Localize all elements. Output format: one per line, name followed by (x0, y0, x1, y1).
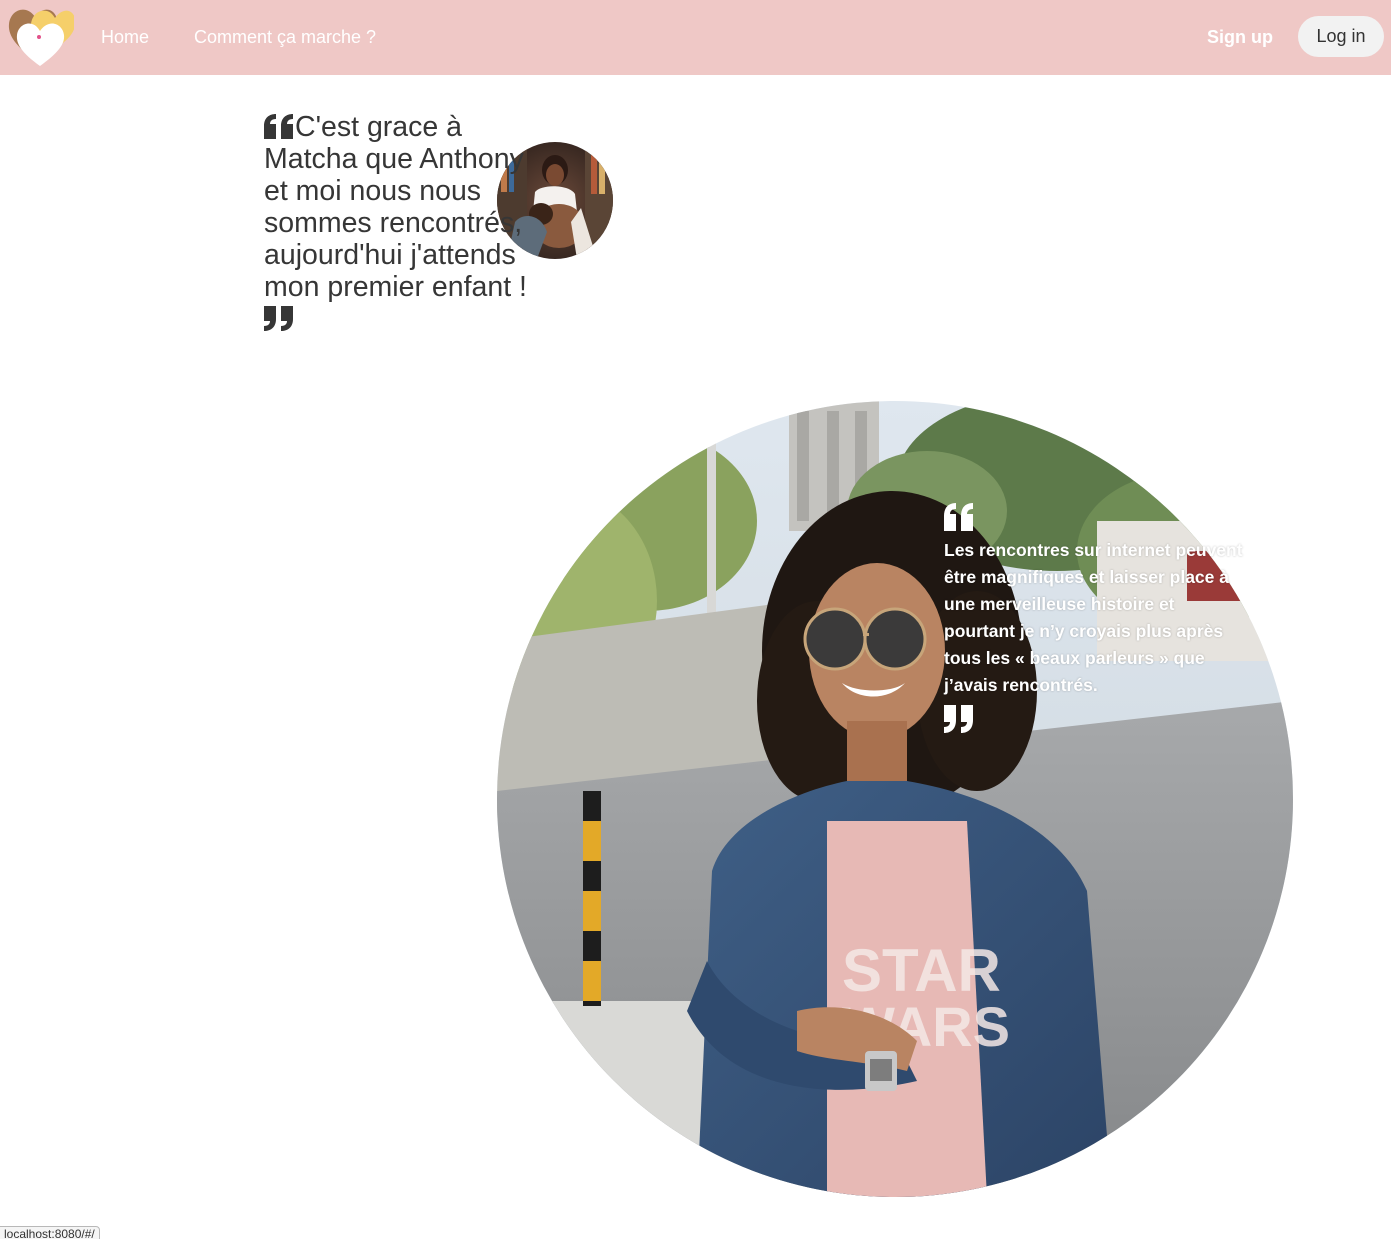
login-button[interactable]: Log in (1298, 16, 1384, 57)
quote-right-icon (944, 705, 973, 733)
testimonial-2-text: Les rencontres sur internet peuvent être… (944, 540, 1243, 695)
svg-text:STAR: STAR (842, 937, 1001, 1004)
quote-left-icon (264, 114, 293, 139)
signup-button[interactable]: Sign up (1207, 26, 1273, 48)
hearts-logo[interactable] (8, 6, 74, 68)
nav-how-it-works-link[interactable]: Comment ça marche ? (194, 26, 376, 48)
status-bar-url: localhost:8080/#/ (0, 1226, 100, 1239)
navbar: Home Comment ça marche ? Sign up Log in (0, 0, 1391, 75)
quote-left-icon (944, 503, 973, 531)
quote-right-icon (264, 306, 293, 331)
testimonial-1: C'est grace à Matcha que Anthony et moi … (264, 111, 529, 335)
nav-home-link[interactable]: Home (101, 26, 149, 48)
testimonial-2: Les rencontres sur internet peuvent être… (944, 503, 1244, 733)
testimonial-1-text: C'est grace à Matcha que Anthony et moi … (264, 111, 527, 303)
